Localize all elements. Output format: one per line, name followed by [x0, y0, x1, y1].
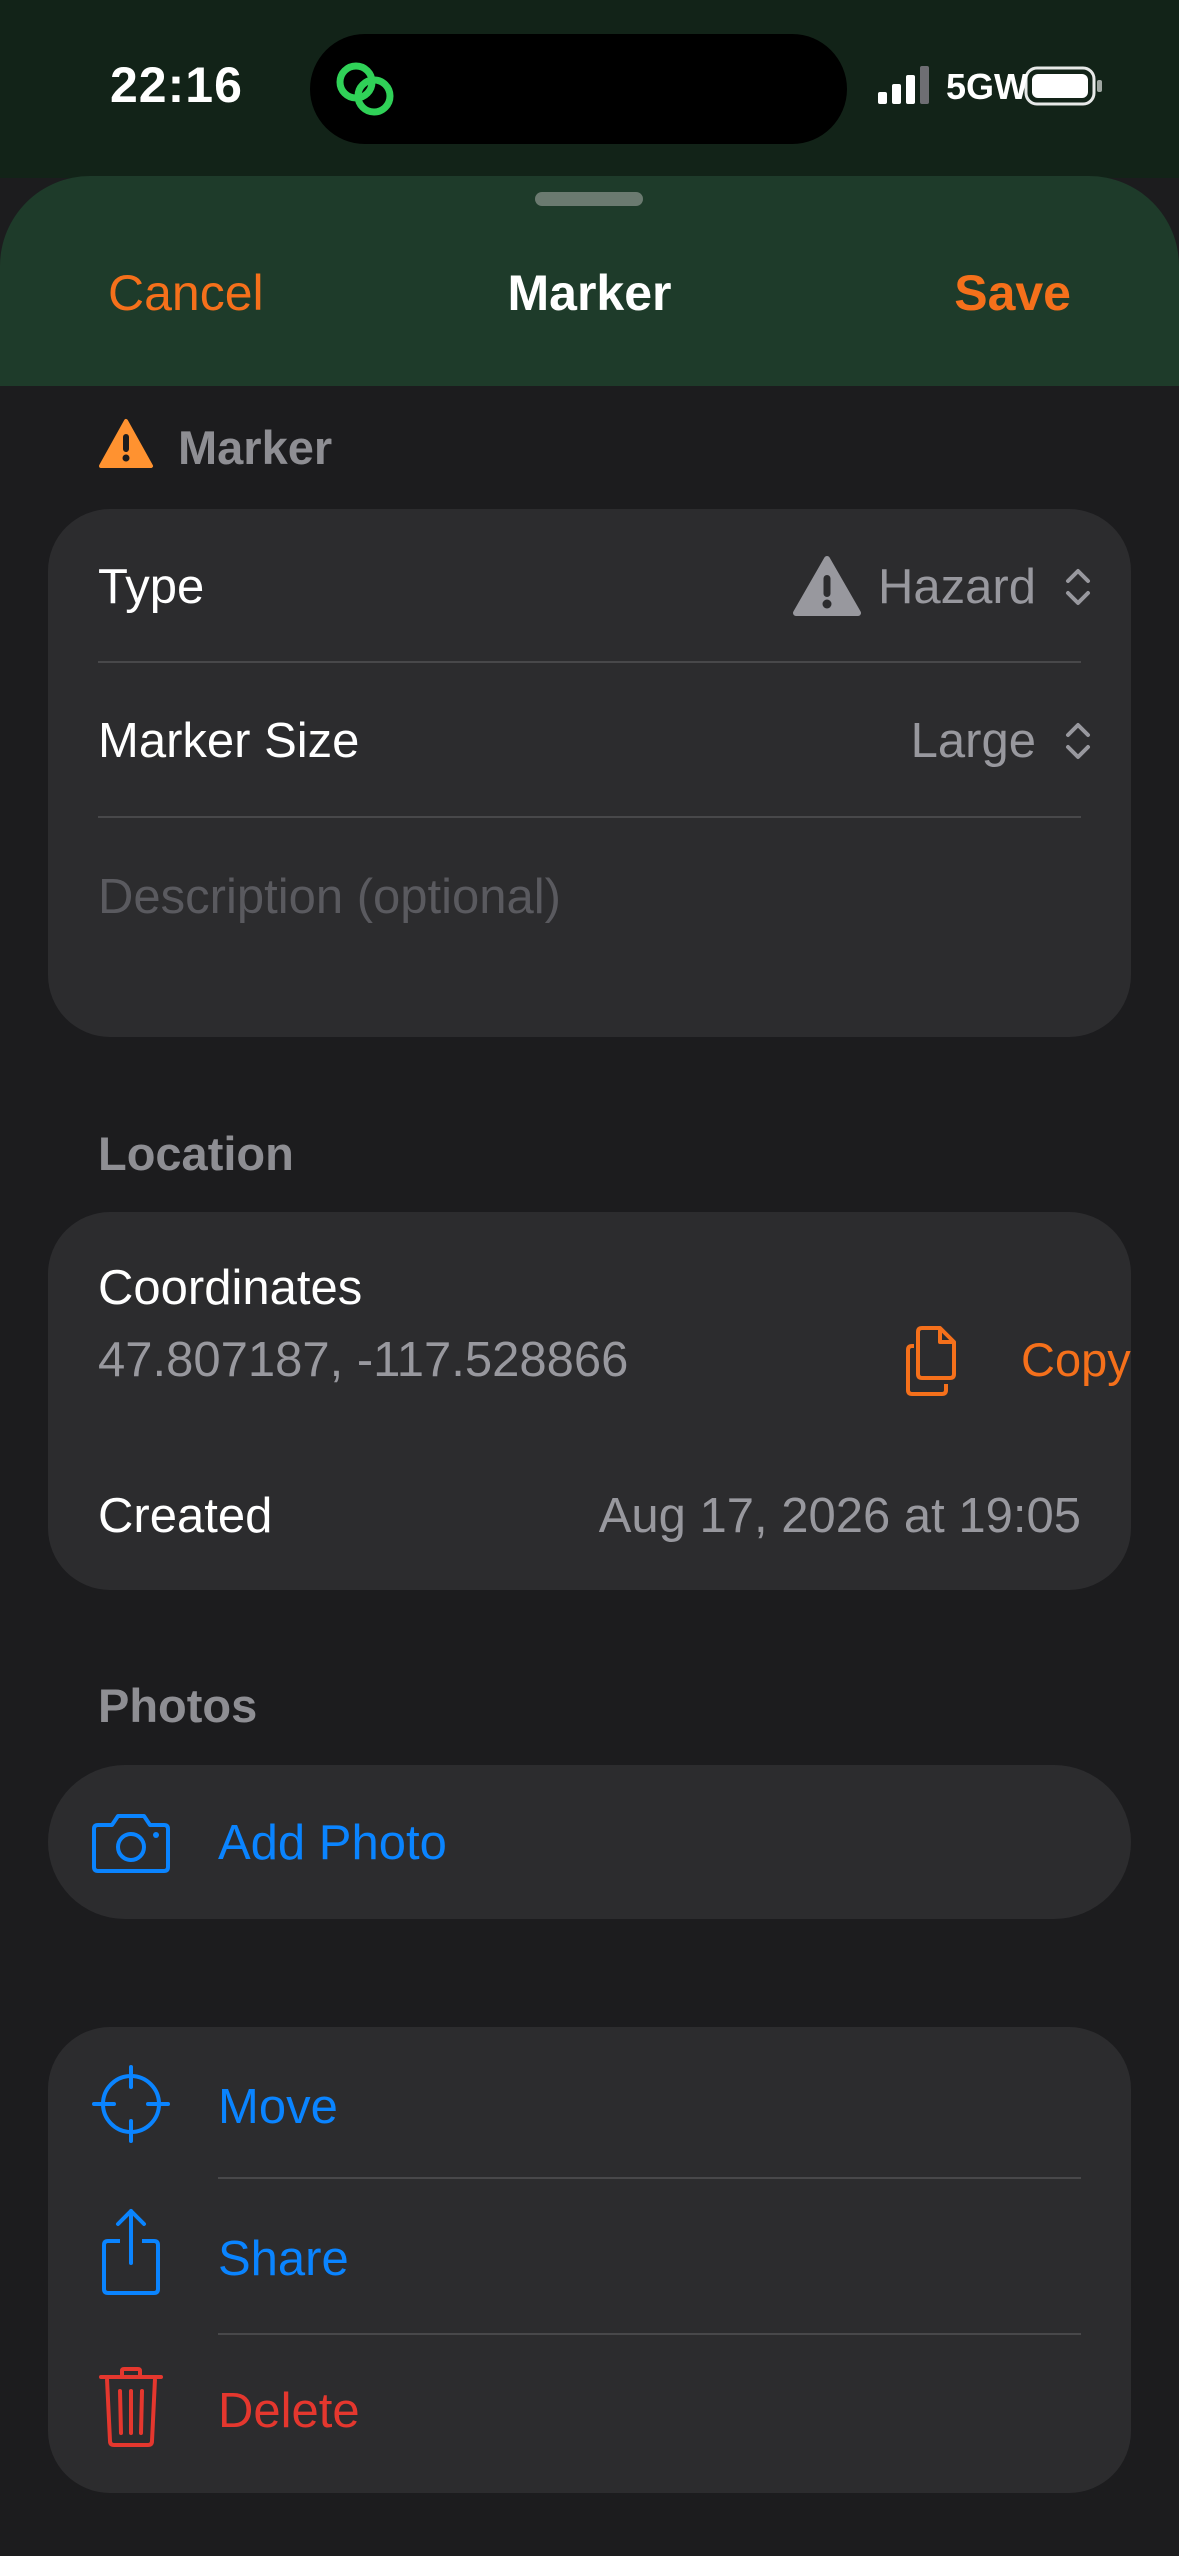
divider [98, 816, 1081, 818]
add-photo-button[interactable]: Add Photo [48, 1765, 1131, 1919]
copy-coordinates-button[interactable]: Copy [856, 1314, 1131, 1404]
marker-size-value: Large [910, 714, 1036, 768]
marker-section-header: Marker [178, 421, 333, 474]
created-value: Aug 17, 2026 at 19:05 [598, 1489, 1081, 1543]
trash-icon [99, 2367, 163, 2447]
add-photo-label: Add Photo [218, 1816, 447, 1870]
sheet-header: Marker Cancel Save [0, 176, 1179, 386]
crosshair-icon [92, 2065, 170, 2143]
created-label: Created [98, 1489, 273, 1543]
cancel-button[interactable]: Cancel [108, 264, 264, 322]
location-section-header: Location [98, 1127, 294, 1180]
copy-document-icon [906, 1326, 956, 1396]
marker-size-row[interactable]: Marker Size Large [48, 663, 1131, 816]
warning-triangle-icon [99, 419, 153, 468]
chevron-up-down-icon [1066, 569, 1090, 605]
type-row[interactable]: Type Hazard [48, 509, 1131, 662]
type-label: Type [98, 560, 205, 614]
battery-icon [1024, 66, 1102, 106]
network-type: 5GW [946, 66, 1029, 107]
marker-card: Type Hazard Marker Size Large Descriptio… [48, 509, 1131, 1037]
actions-card: Move Share Delete [48, 2027, 1131, 2493]
warning-triangle-icon [793, 556, 861, 616]
sheet-grabber[interactable] [535, 192, 643, 206]
share-icon [102, 2209, 160, 2295]
status-bar: 22:16 5GW [0, 0, 1179, 178]
screen: 22:16 5GW Marker Cancel Save Marker Type… [0, 0, 1179, 2556]
type-value: Hazard [878, 560, 1036, 614]
status-time: 22:16 [110, 57, 243, 113]
copy-label: Copy [1021, 1333, 1131, 1386]
delete-label: Delete [218, 2384, 360, 2438]
chevron-up-down-icon [1066, 723, 1090, 759]
coordinates-label: Coordinates [98, 1261, 363, 1315]
share-button[interactable]: Share [48, 2179, 1131, 2333]
move-label: Move [218, 2080, 338, 2134]
save-button[interactable]: Save [954, 264, 1071, 322]
photos-section-header: Photos [98, 1679, 258, 1732]
dynamic-island [310, 34, 847, 144]
linked-rings-icon [336, 62, 394, 116]
cellular-signal-icon [878, 66, 929, 104]
move-button[interactable]: Move [48, 2027, 1131, 2177]
description-input[interactable]: Description (optional) [98, 869, 561, 925]
share-label: Share [218, 2232, 349, 2286]
location-card: Coordinates 47.807187, -117.528866 Copy … [48, 1212, 1131, 1590]
delete-button[interactable]: Delete [48, 2335, 1131, 2493]
camera-icon [92, 1814, 170, 1873]
coordinates-value: 47.807187, -117.528866 [98, 1333, 629, 1387]
marker-size-label: Marker Size [98, 714, 360, 768]
